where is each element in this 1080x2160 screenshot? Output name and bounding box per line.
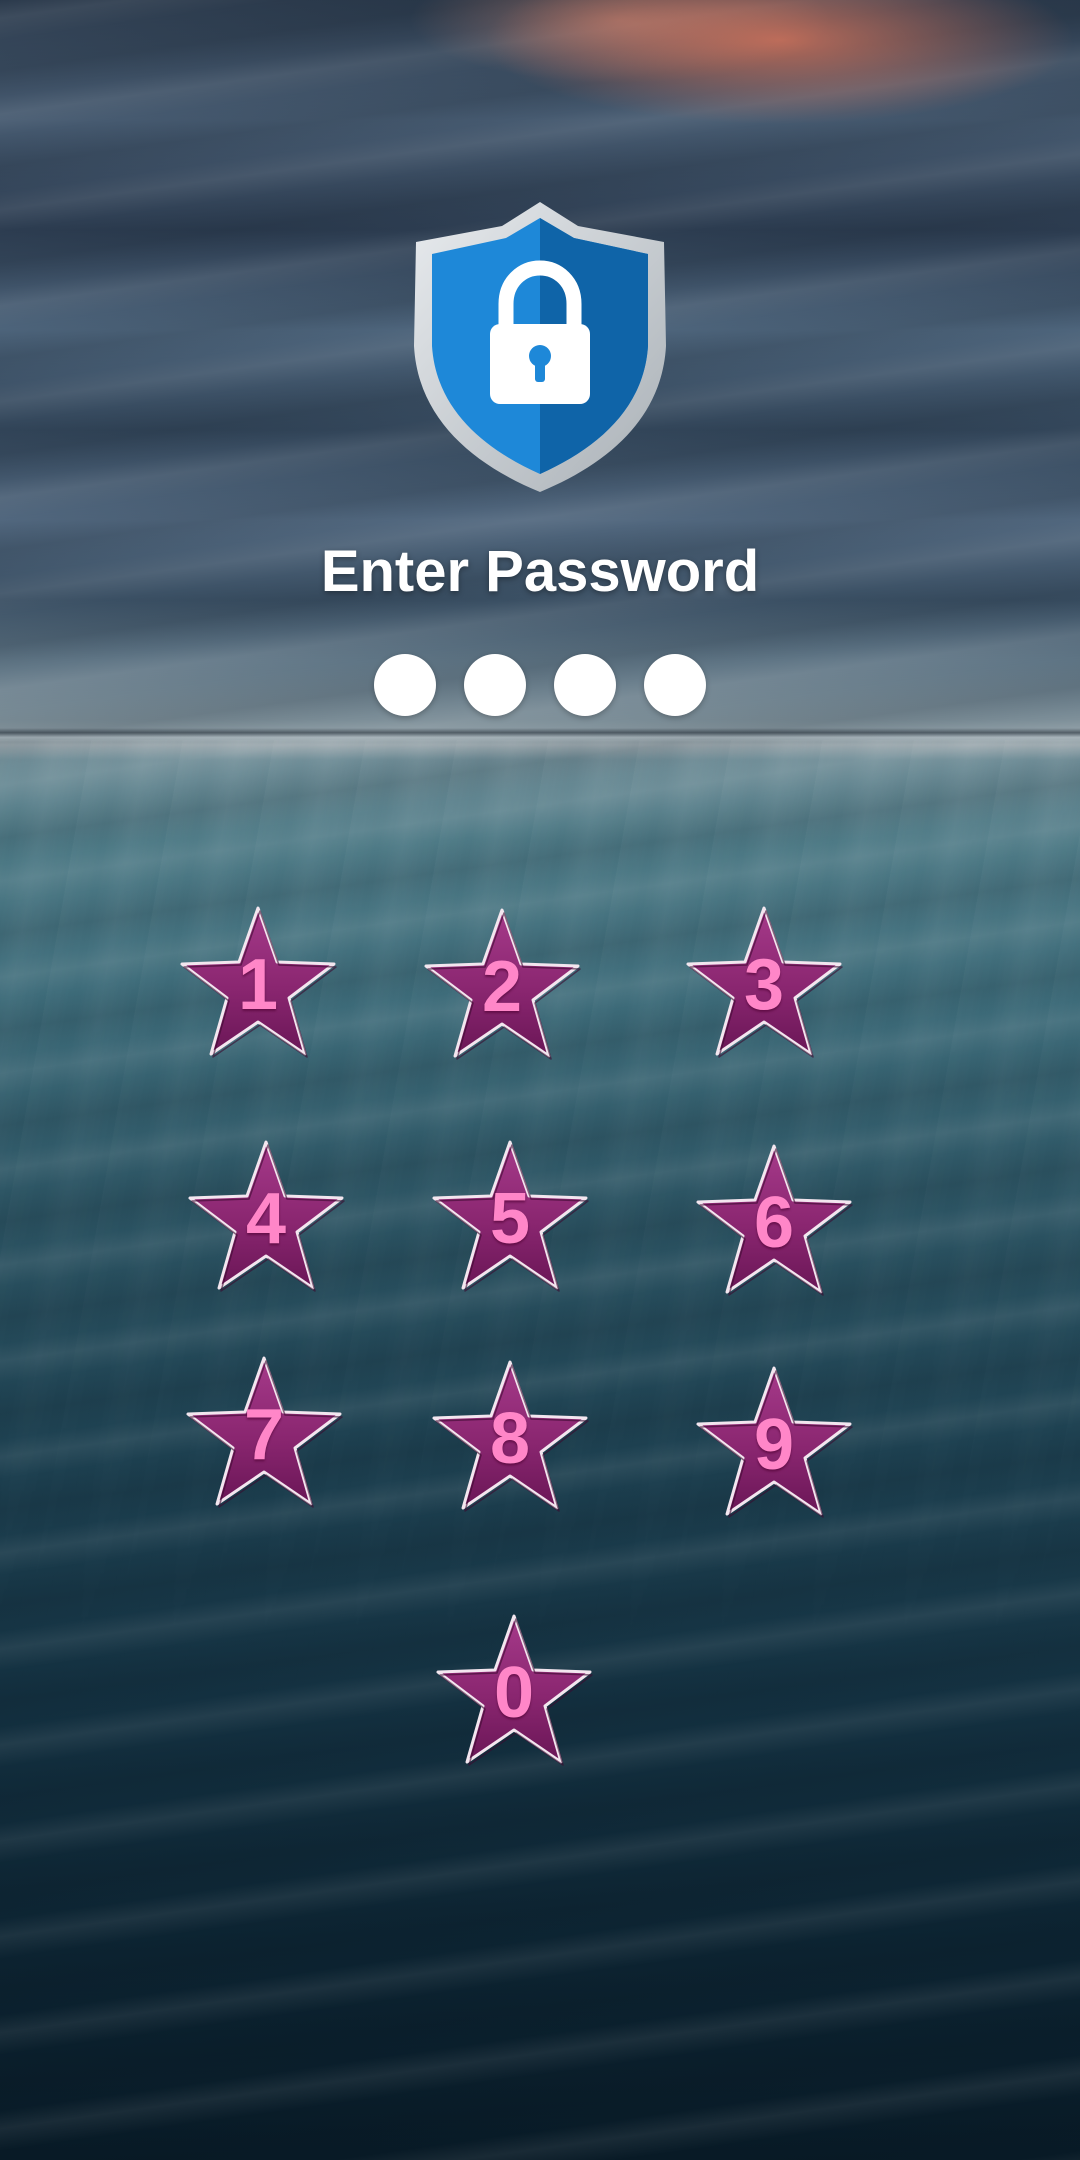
keypad-key-9[interactable]: 9 [692, 1362, 856, 1526]
key-digit: 0 [493, 1653, 535, 1733]
pin-dot [644, 654, 706, 716]
pin-dot [554, 654, 616, 716]
keypad-key-6[interactable]: 6 [692, 1140, 856, 1304]
key-digit: 5 [489, 1179, 531, 1259]
key-digit: 9 [753, 1405, 795, 1485]
shield-lock-icon [396, 196, 684, 496]
water-surface [0, 728, 1080, 742]
keypad-key-1[interactable]: 1 [176, 902, 340, 1066]
keypad-key-7[interactable]: 7 [182, 1352, 346, 1516]
key-digit: 6 [753, 1183, 795, 1263]
key-digit: 7 [243, 1395, 285, 1475]
keypad-key-4[interactable]: 4 [184, 1136, 348, 1300]
keypad-key-0[interactable]: 0 [432, 1610, 596, 1774]
pin-dot [374, 654, 436, 716]
keypad-key-5[interactable]: 5 [428, 1136, 592, 1300]
pin-dot [464, 654, 526, 716]
keypad-key-8[interactable]: 8 [428, 1356, 592, 1520]
key-digit: 1 [237, 945, 279, 1025]
key-digit: 2 [481, 947, 523, 1027]
page-title: Enter Password [320, 539, 760, 604]
key-digit: 4 [245, 1179, 287, 1259]
pin-indicator [0, 654, 1080, 718]
keypad-key-2[interactable]: 2 [420, 904, 584, 1068]
keypad-key-3[interactable]: 3 [682, 902, 846, 1066]
key-digit: 3 [743, 945, 785, 1025]
key-digit: 8 [489, 1399, 531, 1479]
